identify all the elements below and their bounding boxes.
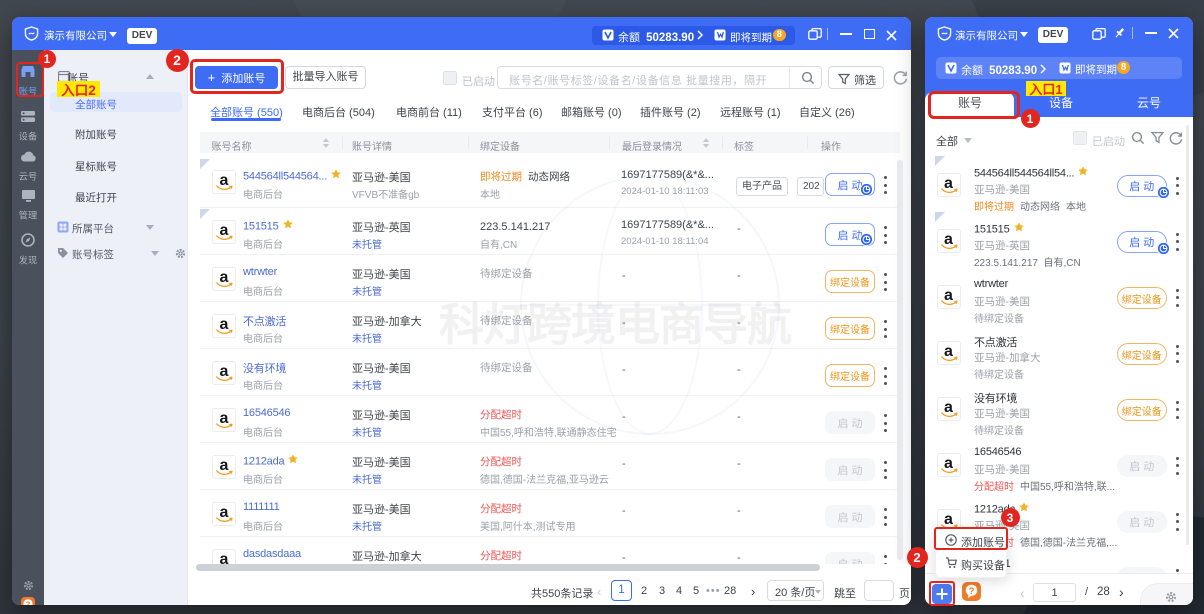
svg-text:?: ? — [26, 599, 31, 605]
svg-text:?: ? — [969, 586, 975, 597]
